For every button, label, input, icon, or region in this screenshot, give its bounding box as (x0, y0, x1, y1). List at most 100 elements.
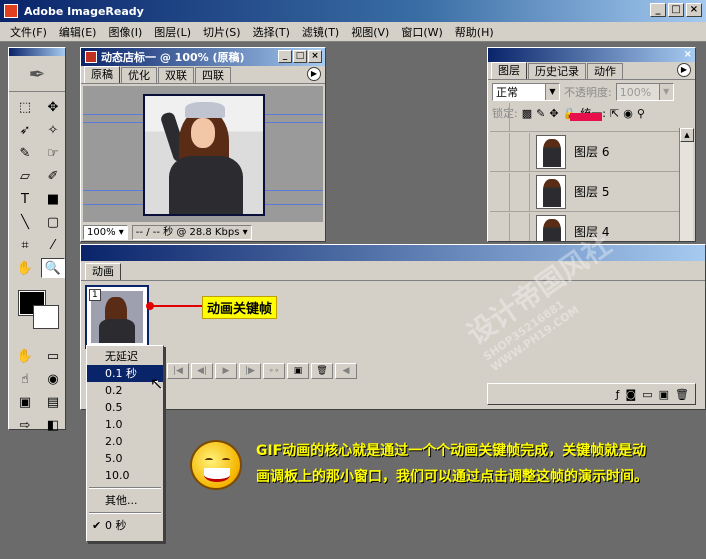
doc-minimize-button[interactable]: _ (278, 50, 292, 63)
blend-mode-select[interactable]: 正常 ▼ (492, 83, 560, 101)
delay-option[interactable]: 10.0 (87, 467, 163, 484)
visibility-toggle[interactable] (490, 212, 510, 241)
tween-icon[interactable]: ∘∘ (263, 363, 285, 379)
tab-history[interactable]: 历史记录 (528, 63, 586, 79)
close-button[interactable]: × (686, 3, 702, 17)
new-layer-icon[interactable]: ▣ (659, 388, 669, 401)
tab-animation[interactable]: 动画 (85, 263, 121, 280)
link-toggle[interactable] (510, 132, 530, 171)
doc-close-button[interactable]: × (308, 50, 322, 63)
list-item[interactable] (490, 102, 683, 132)
delay-option[interactable]: 2.0 (87, 433, 163, 450)
new-set-icon[interactable]: ▭ (642, 388, 652, 401)
feather-logo-icon[interactable]: ✒ (9, 56, 65, 92)
menu-layer[interactable]: 图层(L) (148, 24, 197, 40)
menu-edit[interactable]: 编辑(E) (53, 24, 103, 40)
menu-window[interactable]: 窗口(W) (395, 24, 448, 40)
menu-view[interactable]: 视图(V) (345, 24, 395, 40)
minimize-button[interactable]: _ (650, 3, 666, 17)
slice-select-tool-icon[interactable]: ☞ (41, 143, 65, 163)
menu-filter[interactable]: 滤镜(T) (296, 24, 345, 40)
delay-option[interactable]: 1.0 (87, 416, 163, 433)
eyedropper-tool-icon[interactable]: ⁄ (41, 235, 65, 255)
new-frame-icon[interactable]: ▣ (287, 363, 309, 379)
fullscreen-mode-icon[interactable]: ▤ (41, 392, 65, 412)
toggle-visibility-icon[interactable]: ◧ (41, 415, 65, 435)
doc-maximize-button[interactable]: □ (293, 50, 307, 63)
link-toggle[interactable] (510, 172, 530, 211)
app-titlebar: Adobe ImageReady _ □ × (0, 0, 706, 22)
zoom-tool-icon[interactable]: 🔍 (41, 258, 65, 278)
tab-layers[interactable]: 图层 (491, 62, 527, 79)
opacity-field[interactable]: 100% ▼ (615, 83, 674, 101)
download-speed-select[interactable]: -- / -- 秒 @ 28.8 Kbps ▾ (131, 224, 252, 240)
tab-2up[interactable]: 双联 (158, 67, 194, 83)
rectangle-tool-icon[interactable]: ■ (41, 189, 65, 209)
lasso-tool-icon[interactable]: ➶ (13, 120, 37, 140)
imagemap-select-icon[interactable]: ▭ (41, 346, 65, 366)
tab-original[interactable]: 原稿 (84, 66, 120, 83)
imagemap-tool-icon[interactable]: ✋ (13, 346, 37, 366)
animation-panel-header[interactable] (81, 245, 705, 261)
tab-optimized[interactable]: 优化 (121, 67, 157, 83)
slice-tool-icon[interactable]: ✎ (13, 143, 37, 163)
canvas-area[interactable] (83, 86, 323, 222)
next-frame-icon[interactable]: |▶ (239, 363, 261, 379)
document-menu-arrow-icon[interactable]: ▶ (307, 67, 321, 81)
maximize-button[interactable]: □ (668, 3, 684, 17)
hand-tool-icon[interactable]: ✋ (13, 258, 37, 278)
crop-tool-icon[interactable]: ⌗ (13, 235, 37, 255)
scroll-up-icon[interactable]: ▲ (680, 128, 694, 142)
toolbox-header[interactable] (9, 48, 65, 56)
scroll-left-icon[interactable]: ◀ (335, 363, 357, 379)
document-icon (85, 51, 97, 63)
link-toggle[interactable] (510, 212, 530, 241)
document-status-bar: 100% ▾ -- / -- 秒 @ 28.8 Kbps ▾ (81, 223, 325, 241)
toolbox: ✒ ⬚ ✥ ➶ ✧ ✎ ☞ ▱ ✐ T ■ ╲ ▢ ⌗ ⁄ ✋ 🔍 ✋ ▭ ☝ … (8, 47, 66, 433)
menu-slice[interactable]: 切片(S) (197, 24, 247, 40)
menu-file[interactable]: 文件(F) (4, 24, 53, 40)
delay-option[interactable]: 5.0 (87, 450, 163, 467)
tab-actions[interactable]: 动作 (587, 63, 623, 79)
delay-option[interactable]: 无延迟 (87, 348, 163, 365)
rounded-rect-tool-icon[interactable]: ▢ (41, 212, 65, 232)
menu-image[interactable]: 图像(I) (102, 24, 148, 40)
delay-current-option[interactable]: ✔ 0 秒 (87, 517, 163, 534)
play-icon[interactable]: ▶ (215, 363, 237, 379)
layer-row[interactable]: 图层 6 (490, 132, 683, 172)
background-color-swatch[interactable] (33, 305, 59, 329)
layer-style-icon[interactable]: ƒ (616, 388, 620, 401)
delete-layer-icon[interactable]: 🗑 (675, 388, 689, 401)
layers-panel-header[interactable]: × (488, 48, 695, 62)
marquee-tool-icon[interactable]: ⬚ (13, 97, 37, 117)
tab-4up[interactable]: 四联 (195, 67, 231, 83)
close-icon[interactable]: × (684, 49, 692, 60)
line-tool-icon[interactable]: ╲ (13, 212, 37, 232)
delay-other-option[interactable]: 其他... (87, 492, 163, 509)
delay-option[interactable]: 0.5 (87, 399, 163, 416)
layers-scrollbar[interactable]: ▲ (679, 128, 694, 241)
rewind-icon[interactable]: |◀ (167, 363, 189, 379)
jump-to-photoshop-icon[interactable]: ⇨ (13, 415, 37, 435)
layer-row[interactable]: 图层 5 (490, 172, 683, 212)
prev-frame-icon[interactable]: ◀| (191, 363, 213, 379)
eraser-tool-icon[interactable]: ▱ (13, 166, 37, 186)
layer-row[interactable]: 图层 4 (490, 212, 683, 241)
animation-frame[interactable]: 1 (85, 285, 149, 349)
move-tool-icon[interactable]: ✥ (41, 97, 65, 117)
menu-select[interactable]: 选择(T) (247, 24, 296, 40)
rollover-preview-icon[interactable]: ☝ (13, 369, 37, 389)
zoom-select[interactable]: 100% ▾ (83, 224, 128, 240)
brush-tool-icon[interactable]: ✐ (41, 166, 65, 186)
magic-wand-tool-icon[interactable]: ✧ (41, 120, 65, 140)
visibility-toggle[interactable] (490, 172, 510, 211)
document-titlebar[interactable]: 动态店标一 @ 100% (原稿) _ □ × (81, 48, 325, 66)
standard-mode-icon[interactable]: ▣ (13, 392, 37, 412)
menu-help[interactable]: 帮助(H) (449, 24, 500, 40)
delete-frame-icon[interactable]: 🗑 (311, 363, 333, 379)
visibility-toggle[interactable] (490, 132, 510, 171)
panel-menu-arrow-icon[interactable]: ▶ (677, 63, 691, 77)
layer-mask-icon[interactable]: ◙ (626, 388, 637, 401)
type-tool-icon[interactable]: T (13, 189, 37, 209)
preview-in-browser-icon[interactable]: ◉ (41, 369, 65, 389)
